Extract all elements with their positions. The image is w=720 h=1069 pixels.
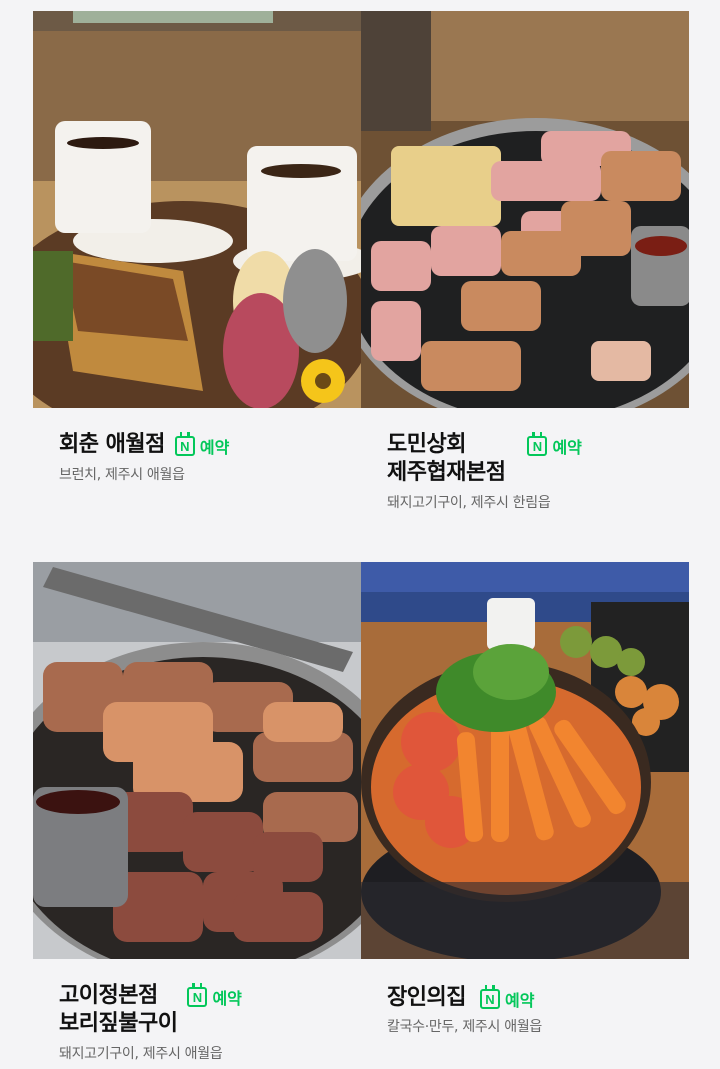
restaurant-name[interactable]: 도민상회 제주협재본점: [387, 431, 506, 487]
restaurant-photo[interactable]: [33, 11, 361, 408]
restaurant-card-3[interactable]: 고이정본점 보리짚불구이 N 예약 돼지고기구이, 제주시 애월읍: [33, 562, 361, 1062]
naver-booking-icon: N: [479, 985, 500, 1009]
restaurant-name[interactable]: 고이정본점 보리짚불구이: [59, 982, 178, 1038]
reserve-label: 예약: [552, 438, 582, 457]
restaurant-desc: 돼지고기구이, 제주시 애월읍: [59, 1046, 223, 1062]
reserve-label: 예약: [199, 438, 230, 457]
naver-booking-icon: N: [187, 983, 208, 1007]
reserve-button[interactable]: N 예약: [527, 432, 582, 458]
restaurant-desc: 칼국수·만두, 제주시 애월읍: [387, 1019, 542, 1035]
restaurant-name[interactable]: 회춘 애월점: [59, 431, 165, 459]
reserve-button[interactable]: N 예약: [479, 985, 535, 1011]
reserve-label: 예약: [212, 989, 242, 1008]
restaurant-photo[interactable]: [361, 11, 689, 408]
restaurant-desc: 돼지고기구이, 제주시 한림읍: [387, 495, 551, 511]
restaurant-card-1[interactable]: 회춘 애월점 N 예약 브런치, 제주시 애월읍: [33, 11, 361, 483]
restaurant-photo[interactable]: [33, 562, 361, 959]
naver-booking-icon: N: [174, 432, 195, 456]
restaurant-desc: 브런치, 제주시 애월읍: [59, 467, 185, 483]
restaurant-card-4[interactable]: 장인의집 N 예약 칼국수·만두, 제주시 애월읍: [361, 562, 689, 1042]
reserve-label: 예약: [504, 991, 535, 1010]
naver-booking-icon: N: [527, 432, 548, 456]
reserve-button[interactable]: N 예약: [187, 983, 242, 1009]
restaurant-card-2[interactable]: 도민상회 제주협재본점 N 예약 돼지고기구이, 제주시 한림읍: [361, 11, 689, 511]
restaurant-photo[interactable]: [361, 562, 689, 959]
restaurant-name[interactable]: 장인의집: [387, 984, 466, 1012]
reserve-button[interactable]: N 예약: [174, 432, 230, 458]
